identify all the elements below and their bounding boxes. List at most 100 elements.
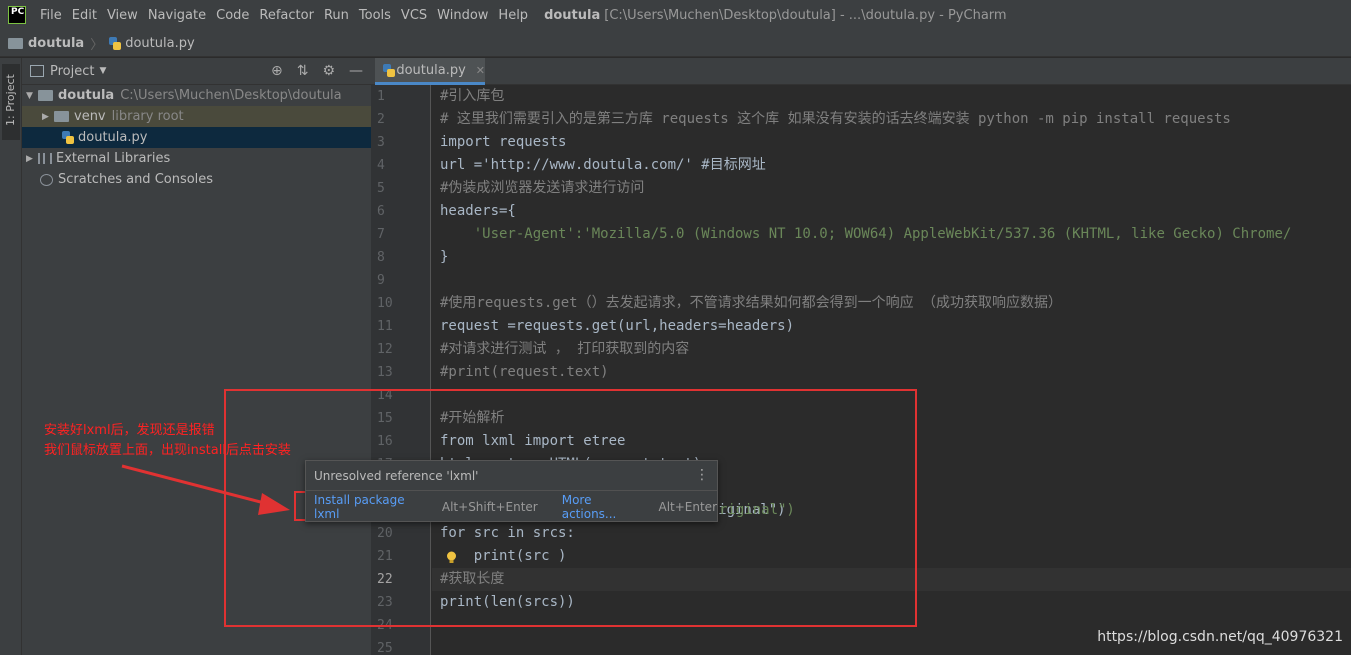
left-tool-strip: 1: Project	[0, 58, 22, 655]
code-line[interactable]: 'User-Agent':'Mozilla/5.0 (Windows NT 10…	[432, 223, 1351, 246]
tree-item-label: doutula	[58, 88, 115, 103]
line-number: 6	[377, 204, 385, 219]
menu-run[interactable]: Run	[324, 8, 349, 23]
line-number: 5	[377, 181, 385, 196]
title-bar: PC File Edit View Navigate Code Refactor…	[0, 0, 1351, 30]
code-line[interactable]: }	[432, 246, 1351, 269]
scratches-icon	[40, 173, 53, 186]
popup-title: Unresolved reference 'lxml'	[306, 461, 717, 491]
install-shortcut: Alt+Shift+Enter	[441, 499, 538, 514]
project-tool-tab[interactable]: 1: Project	[2, 64, 20, 140]
hide-icon[interactable]: —	[349, 63, 363, 79]
line-number: 3	[377, 135, 385, 150]
more-actions-shortcut: Alt+Enter	[658, 499, 717, 514]
tree-item-scratches[interactable]: Scratches and Consoles	[22, 169, 371, 190]
install-package-link[interactable]: Install package lxml	[314, 493, 432, 521]
line-number: 9	[377, 273, 385, 288]
tree-item-external-libraries[interactable]: ▶ External Libraries	[22, 148, 371, 169]
menu-vcs[interactable]: VCS	[401, 8, 427, 23]
code-line[interactable]: #print(request.text)	[432, 361, 1351, 384]
library-icon	[38, 153, 52, 164]
tree-item-label: External Libraries	[56, 151, 171, 166]
line-number: 12	[377, 342, 393, 357]
window-project-name: doutula	[544, 7, 601, 23]
tree-item-path: C:\Users\Muchen\Desktop\doutula	[120, 88, 342, 103]
tab-doutula-py[interactable]: doutula.py ✕	[375, 58, 485, 85]
code-line[interactable]	[432, 269, 1351, 292]
line-number: 10	[377, 296, 393, 311]
tree-item-doutula-py[interactable]: doutula.py	[22, 127, 371, 148]
project-tool-tab-label: 1: Project	[4, 74, 17, 126]
line-19-visible-tail: riginal")	[719, 502, 795, 518]
menu-file[interactable]: File	[40, 8, 62, 23]
tree-item-label: Scratches and Consoles	[58, 172, 214, 187]
locate-icon[interactable]: ⊕	[271, 63, 283, 79]
more-options-icon[interactable]: ⋮	[695, 467, 709, 483]
breadcrumb-root[interactable]: doutula	[28, 36, 84, 51]
line-number: 2	[377, 112, 385, 127]
menu-help[interactable]: Help	[498, 8, 528, 23]
code-line[interactable]: #引入库包	[432, 85, 1351, 108]
collapsed-triangle-icon[interactable]: ▶	[42, 112, 54, 122]
menu-code[interactable]: Code	[216, 8, 249, 23]
tree-item-doutula[interactable]: ▼ doutula C:\Users\Muchen\Desktop\doutul…	[22, 85, 371, 106]
project-view-icon	[30, 65, 44, 77]
annotation-line: 我们鼠标放置上面，出现install后点击安装	[44, 443, 291, 458]
collapsed-triangle-icon[interactable]: ▶	[26, 154, 38, 164]
menu-tools[interactable]: Tools	[359, 8, 391, 23]
tree-item-label: venv	[74, 109, 106, 124]
python-file-icon	[383, 63, 396, 77]
code-line[interactable]: # 这里我们需要引入的是第三方库 requests 这个库 如果没有安装的话去终…	[432, 108, 1351, 131]
window-title: doutula [C:\Users\Muchen\Desktop\doutula]…	[544, 8, 1007, 23]
code-line[interactable]: url ='http://www.doutula.com/' #目标网址	[432, 154, 1351, 177]
line-number: 4	[377, 158, 385, 173]
folder-icon	[38, 90, 53, 101]
breadcrumb-file[interactable]: doutula.py	[125, 36, 194, 51]
line-number: 25	[377, 641, 393, 655]
tree-item-detail: library root	[111, 109, 184, 124]
editor-tab-bar: doutula.py ✕	[371, 58, 1351, 85]
code-line[interactable]: #使用requests.get（）去发起请求，不管请求结果如何都会得到一个响应 …	[432, 292, 1351, 315]
project-toolbar: ⊕ ⇅ ⚙ —	[271, 63, 363, 79]
close-icon[interactable]: ✕	[476, 64, 485, 77]
gear-icon[interactable]: ⚙	[322, 63, 335, 79]
tree-item-label: doutula.py	[78, 130, 148, 145]
tab-label: doutula.py	[396, 62, 466, 78]
line-number: 11	[377, 319, 393, 334]
folder-icon	[8, 37, 23, 49]
code-line[interactable]: headers={	[432, 200, 1351, 223]
project-panel-header: Project ▼ ⊕ ⇅ ⚙ —	[22, 58, 371, 85]
python-file-icon	[109, 36, 122, 50]
menu-bar: File Edit View Navigate Code Refactor Ru…	[40, 8, 538, 23]
menu-window[interactable]: Window	[437, 8, 488, 23]
menu-navigate[interactable]: Navigate	[148, 8, 206, 23]
chevron-down-icon[interactable]: ▼	[99, 66, 106, 76]
line-number: 1	[377, 89, 385, 104]
line-number: 8	[377, 250, 385, 265]
breadcrumb-separator-icon: 〉	[90, 37, 104, 53]
pycharm-logo-icon: PC	[8, 6, 26, 24]
more-actions-link[interactable]: More actions...	[562, 493, 649, 521]
line-number: 7	[377, 227, 385, 242]
code-line[interactable]: import requests	[432, 131, 1351, 154]
popup-actions: Install package lxml Alt+Shift+Enter Mor…	[306, 491, 717, 522]
expanded-triangle-icon[interactable]: ▼	[26, 91, 38, 101]
menu-refactor[interactable]: Refactor	[259, 8, 314, 23]
code-line[interactable]: #对请求进行测试 ， 打印获取到的内容	[432, 338, 1351, 361]
project-view-selector[interactable]: Project	[50, 64, 94, 79]
menu-view[interactable]: View	[107, 8, 138, 23]
breadcrumb: doutula 〉 doutula.py	[0, 30, 1351, 57]
folder-icon	[54, 111, 69, 122]
line-number: 13	[377, 365, 393, 380]
menu-edit[interactable]: Edit	[72, 8, 97, 23]
window-path: [C:\Users\Muchen\Desktop\doutula] - ...\…	[604, 7, 1007, 23]
collapse-all-icon[interactable]: ⇅	[297, 63, 309, 79]
tree-item-venv[interactable]: ▶ venv library root	[22, 106, 371, 127]
code-line[interactable]: request =requests.get(url,headers=header…	[432, 315, 1351, 338]
watermark: https://blog.csdn.net/qq_40976321	[1097, 629, 1343, 645]
python-file-icon	[62, 131, 74, 144]
annotation-line: 安装好lxml后，发现还是报错	[44, 423, 215, 438]
quick-fix-popup: Unresolved reference 'lxml' ⋮ Install pa…	[305, 460, 718, 522]
code-line[interactable]: #伪装成浏览器发送请求进行访问	[432, 177, 1351, 200]
annotation-text: 安装好lxml后，发现还是报错 我们鼠标放置上面，出现install后点击安装	[44, 421, 291, 461]
